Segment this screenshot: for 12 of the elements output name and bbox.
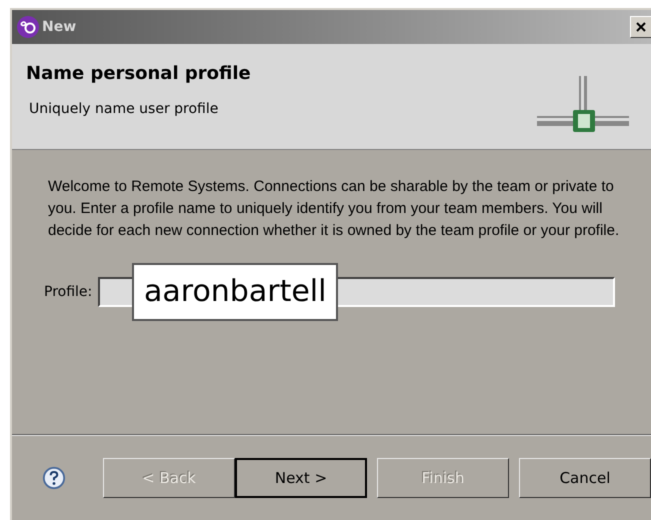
app-icon xyxy=(16,15,40,39)
page-subtitle: Uniquely name user profile xyxy=(29,100,220,119)
profile-label: Profile: xyxy=(44,282,92,302)
wizard-button[interactable]: Cancel xyxy=(519,458,651,498)
close-icon xyxy=(636,22,646,32)
magnified-value-tooltip: aaronbartell xyxy=(132,263,338,321)
page-title: Name personal profile xyxy=(26,62,251,86)
wizard-button[interactable]: Next > xyxy=(235,458,367,498)
close-button[interactable] xyxy=(630,16,651,38)
description-text: Welcome to Remote Systems. Connections can be sharable by the team or private to you. Enter a profile name to uniquely identify you from your team members. You will decide for each new connection whether it is owned by the team profile or your profile. xyxy=(48,177,620,241)
help-icon[interactable] xyxy=(42,465,66,491)
window-title: New xyxy=(42,18,76,36)
